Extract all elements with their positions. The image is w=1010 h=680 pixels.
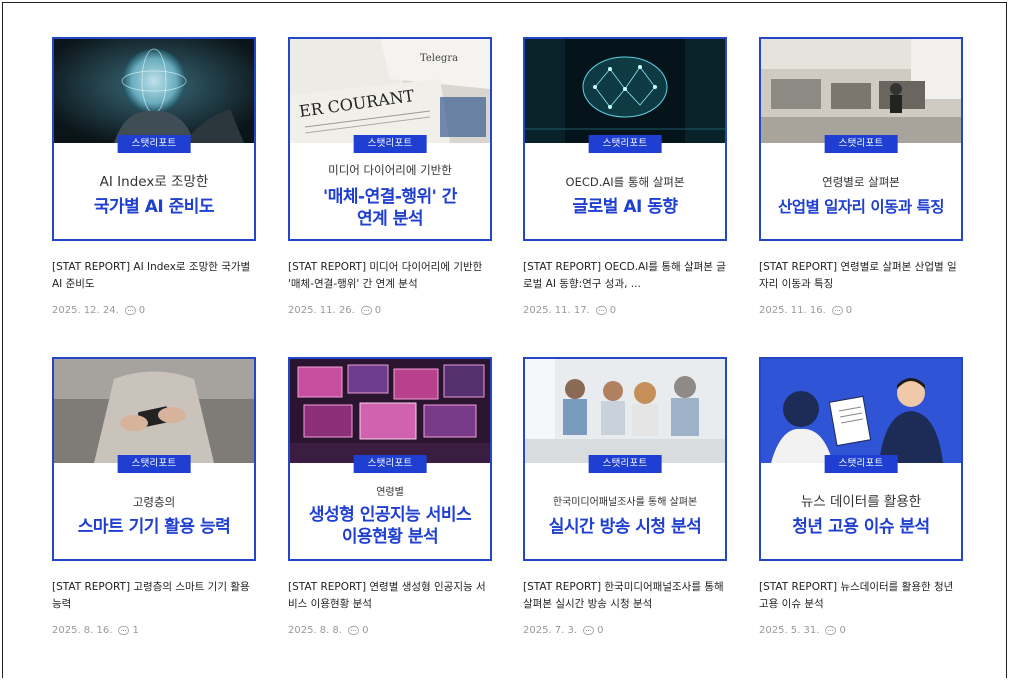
thumbnail-subtitle: 연령별로 살펴본 [822, 174, 900, 189]
category-tag: 스탯리포트 [824, 455, 898, 473]
category-tag: 스탯리포트 [117, 455, 191, 473]
card-title-link[interactable]: [STAT REPORT] AI Index로 조망한 국가별 AI 준비도 [52, 259, 256, 293]
photo-globe [54, 39, 254, 143]
thumbnail[interactable]: 스탯리포트 고령층의 스마트 기기 활용 능력 [52, 357, 256, 561]
comment-icon [124, 306, 136, 315]
card-title-link[interactable]: [STAT REPORT] 고령층의 스마트 기기 활용능력 [52, 579, 256, 613]
thumbnail-subtitle: 연령별 [376, 486, 404, 498]
card-meta: 2025. 11. 26. 0 [288, 305, 381, 316]
svg-text:Telegra: Telegra [420, 53, 458, 64]
thumbnail-headline: '매체-연결-행위' 간 [323, 186, 457, 207]
comment-icon [360, 306, 372, 315]
photo-smartphone-hands [54, 359, 254, 463]
comment-count: 0 [138, 305, 146, 316]
post-date: 2025. 8. 8. [288, 625, 343, 636]
thumbnail-headline: 생성형 인공지능 서비스 [308, 504, 472, 525]
thumbnail-subtitle: AI Index로 조망한 [99, 173, 209, 190]
thumbnail-headline-line2: 연계 분석 [357, 208, 423, 229]
comment-count: 1 [132, 625, 139, 636]
card-meta: 2025. 12. 24. 0 [52, 305, 145, 316]
category-tag: 스탯리포트 [353, 455, 427, 473]
post-date: 2025. 12. 24. [52, 305, 119, 316]
category-tag: 스탯리포트 [117, 135, 191, 153]
thumbnail[interactable]: 스탯리포트 한국미디어패널조사를 통해 살펴본 실시간 방송 시청 분석 [523, 357, 727, 561]
photo-job-interview-illustration [761, 359, 961, 463]
thumbnail-subtitle: 한국미디어패널조사를 통해 살펴본 [552, 496, 698, 508]
post-date: 2025. 7. 3. [523, 625, 578, 636]
thumbnail-headline: 실시간 방송 시청 분석 [548, 516, 702, 537]
thumbnail[interactable]: 스탯리포트 연령별 생성형 인공지능 서비스 이용현황 분석 [288, 357, 492, 561]
thumbnail-headline: 청년 고용 이슈 분석 [792, 516, 930, 537]
thumbnail-headline: 산업별 일자리 이동과 특징 [777, 197, 945, 216]
card-title-link[interactable]: [STAT REPORT] 한국미디어패널조사를 통해 살펴본 실시간 방송 시… [523, 579, 727, 613]
thumbnail[interactable]: 스탯리포트 AI Index로 조망한 국가별 AI 준비도 [52, 37, 256, 241]
thumbnail-headline: 스마트 기기 활용 능력 [77, 516, 231, 537]
thumbnail-headline-line2: 이용현황 분석 [341, 526, 439, 547]
post-date: 2025. 11. 16. [759, 305, 826, 316]
photo-ai-brain [525, 39, 725, 143]
card-title-link[interactable]: [STAT REPORT] OECD.AI를 통해 살펴본 글로벌 AI 동향:… [523, 259, 727, 293]
card-meta: 2025. 11. 16. 0 [759, 305, 852, 316]
comment-icon [595, 306, 607, 315]
post-date: 2025. 11. 26. [288, 305, 355, 316]
comment-count: 0 [845, 305, 853, 316]
photo-newspapers: ER COURANT Telegra [290, 39, 490, 143]
thumbnail-subtitle: 고령층의 [132, 494, 176, 509]
category-tag: 스탯리포트 [588, 455, 662, 473]
thumbnail-subtitle: 뉴스 데이터를 활용한 [800, 493, 922, 510]
photo-neon-screens [290, 359, 490, 463]
comment-count: 0 [374, 305, 382, 316]
card-title-link[interactable]: [STAT REPORT] 미디어 다이어리에 기반한 '매체-연결-행위' 간… [288, 259, 492, 293]
comment-count: 0 [609, 305, 617, 316]
card-title-link[interactable]: [STAT REPORT] 연령별로 살펴본 산업별 일자리 이동과 특징 [759, 259, 963, 293]
comment-icon [825, 626, 837, 635]
thumbnail[interactable]: ER COURANT Telegra 스탯리포트 미디어 다이어리에 기반한 '… [288, 37, 492, 241]
thumbnail-subtitle: 미디어 다이어리에 기반한 [328, 162, 452, 177]
comment-icon [831, 306, 843, 315]
card-meta: 2025. 8. 16. 1 [52, 625, 139, 636]
comment-icon [583, 626, 595, 635]
comment-count: 0 [362, 625, 369, 636]
card-meta: 2025. 5. 31. 0 [759, 625, 846, 636]
card-title-link[interactable]: [STAT REPORT] 뉴스데이터를 활용한 청년 고용 이슈 분석 [759, 579, 963, 613]
thumbnail-subtitle: OECD.AI를 통해 살펴본 [565, 174, 685, 189]
card-meta: 2025. 11. 17. 0 [523, 305, 616, 316]
card-meta: 2025. 7. 3. 0 [523, 625, 603, 636]
thumbnail[interactable]: 스탯리포트 OECD.AI를 통해 살펴본 글로벌 AI 동향 [523, 37, 727, 241]
thumbnail[interactable]: 스탯리포트 뉴스 데이터를 활용한 청년 고용 이슈 분석 [759, 357, 963, 561]
category-tag: 스탯리포트 [588, 135, 662, 153]
photo-family-tv [525, 359, 725, 463]
post-date: 2025. 8. 16. [52, 625, 113, 636]
comment-icon [118, 626, 130, 635]
card-title-link[interactable]: [STAT REPORT] 연령별 생성형 인공지능 서비스 이용현황 분석 [288, 579, 492, 613]
category-tag: 스탯리포트 [824, 135, 898, 153]
comment-count: 0 [839, 625, 846, 636]
card-meta: 2025. 8. 8. 0 [288, 625, 368, 636]
comment-count: 0 [597, 625, 604, 636]
post-date: 2025. 11. 17. [523, 305, 590, 316]
thumbnail-headline: 글로벌 AI 동향 [572, 196, 678, 217]
thumbnail[interactable]: 스탯리포트 연령별로 살펴본 산업별 일자리 이동과 특징 [759, 37, 963, 241]
category-tag: 스탯리포트 [353, 135, 427, 153]
comment-icon [348, 626, 360, 635]
photo-office [761, 39, 961, 143]
thumbnail-headline: 국가별 AI 준비도 [93, 196, 215, 217]
post-date: 2025. 5. 31. [759, 625, 820, 636]
